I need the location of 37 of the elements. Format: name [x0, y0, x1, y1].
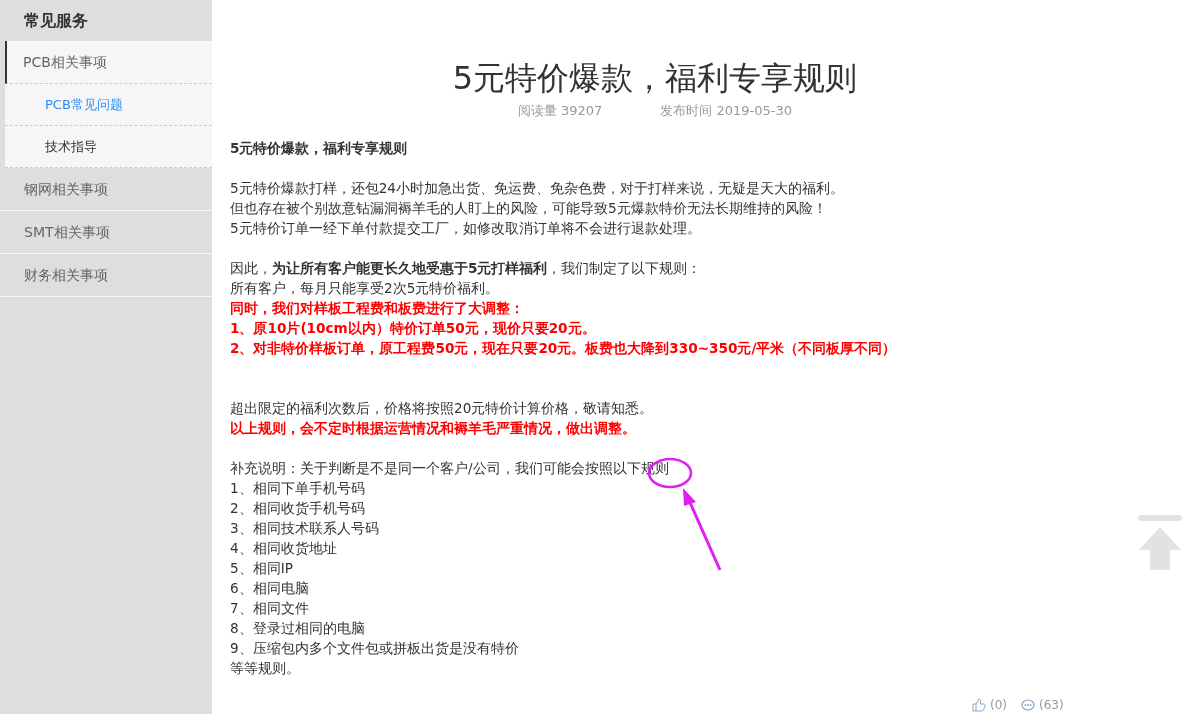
sidebar-item[interactable]: 财务相关事项	[0, 254, 212, 297]
comment-icon	[1021, 698, 1035, 712]
article-text: 所有客户，每月只能享受2次5元特价福利。	[230, 279, 501, 298]
sidebar-title: 常见服务	[23, 10, 89, 32]
article-text: 2、对非特价样板订单，原工程费50元，现在只要20元。板费也大降到330~350元/平米（不同板厚不同）	[230, 339, 898, 358]
article-text: 1、相同下单手机号码	[230, 479, 366, 498]
article-text: 等等规则。	[230, 659, 301, 678]
article-text: 超出限定的福利次数后，价格将按照20元特价计算价格，敬请知悉。	[230, 399, 655, 418]
article-text: 以上规则，会不定时根据运营情况和褥羊毛严重情况，做出调整。	[230, 419, 637, 438]
sidebar-subitem[interactable]: PCB常见问题	[5, 84, 212, 126]
sidebar-item[interactable]: PCB相关事项	[5, 41, 212, 84]
like-button[interactable]: (0)	[972, 698, 1007, 712]
comment-button[interactable]: (63)	[1021, 698, 1064, 712]
article-text: 6、相同电脑	[230, 579, 310, 598]
thumbs-up-icon	[972, 698, 986, 712]
sidebar-item[interactable]: SMT相关事项	[0, 211, 212, 254]
article-text: 9、压缩包内多个文件包或拼板出货是没有特价	[230, 639, 520, 658]
publish-date: 发布时间 2019-05-30	[660, 102, 793, 120]
article-text: 5元特价爆款，福利专享规则	[230, 139, 409, 158]
article-text: 4、相同收货地址	[230, 539, 338, 558]
article-title: 5元特价爆款，福利专享规则	[451, 58, 859, 99]
back-to-top-icon	[1138, 515, 1182, 571]
read-count: 阅读量 39207	[517, 102, 603, 120]
back-to-top-button[interactable]	[1138, 515, 1182, 571]
article-text: 5、相同IP	[230, 559, 294, 578]
article-text: 3、相同技术联系人号码	[230, 519, 380, 538]
article-text: 同时，我们对样板工程费和板费进行了大调整：	[230, 299, 525, 318]
sidebar-item[interactable]: 钢网相关事项	[0, 168, 212, 211]
article-text: 1、原10片(10cm以内）特价订单50元，现价只要20元。	[230, 319, 597, 338]
article-text: 5元特价订单一经下单付款提交工厂，如修改取消订单将不会进行退款处理。	[230, 219, 702, 238]
article-text: 但也存在被个别故意钻漏洞褥羊毛的人盯上的风险，可能导致5元爆款特价无法长期维持的风险！	[230, 199, 828, 218]
article-text: 7、相同文件	[230, 599, 310, 618]
article-text: 5元特价爆款打样，还包24小时加急出货、免运费、免杂色费，对于打样来说，无疑是天大的福利。	[230, 179, 845, 198]
article-text: 2、相同收货手机号码	[230, 499, 366, 518]
article-text: 因此，为让所有客户能更长久地受惠于5元打样福利，我们制定了以下规则：	[230, 259, 703, 278]
sidebar-subitem[interactable]: 技术指导	[5, 126, 212, 168]
article-text: 8、登录过相同的电脑	[230, 619, 366, 638]
